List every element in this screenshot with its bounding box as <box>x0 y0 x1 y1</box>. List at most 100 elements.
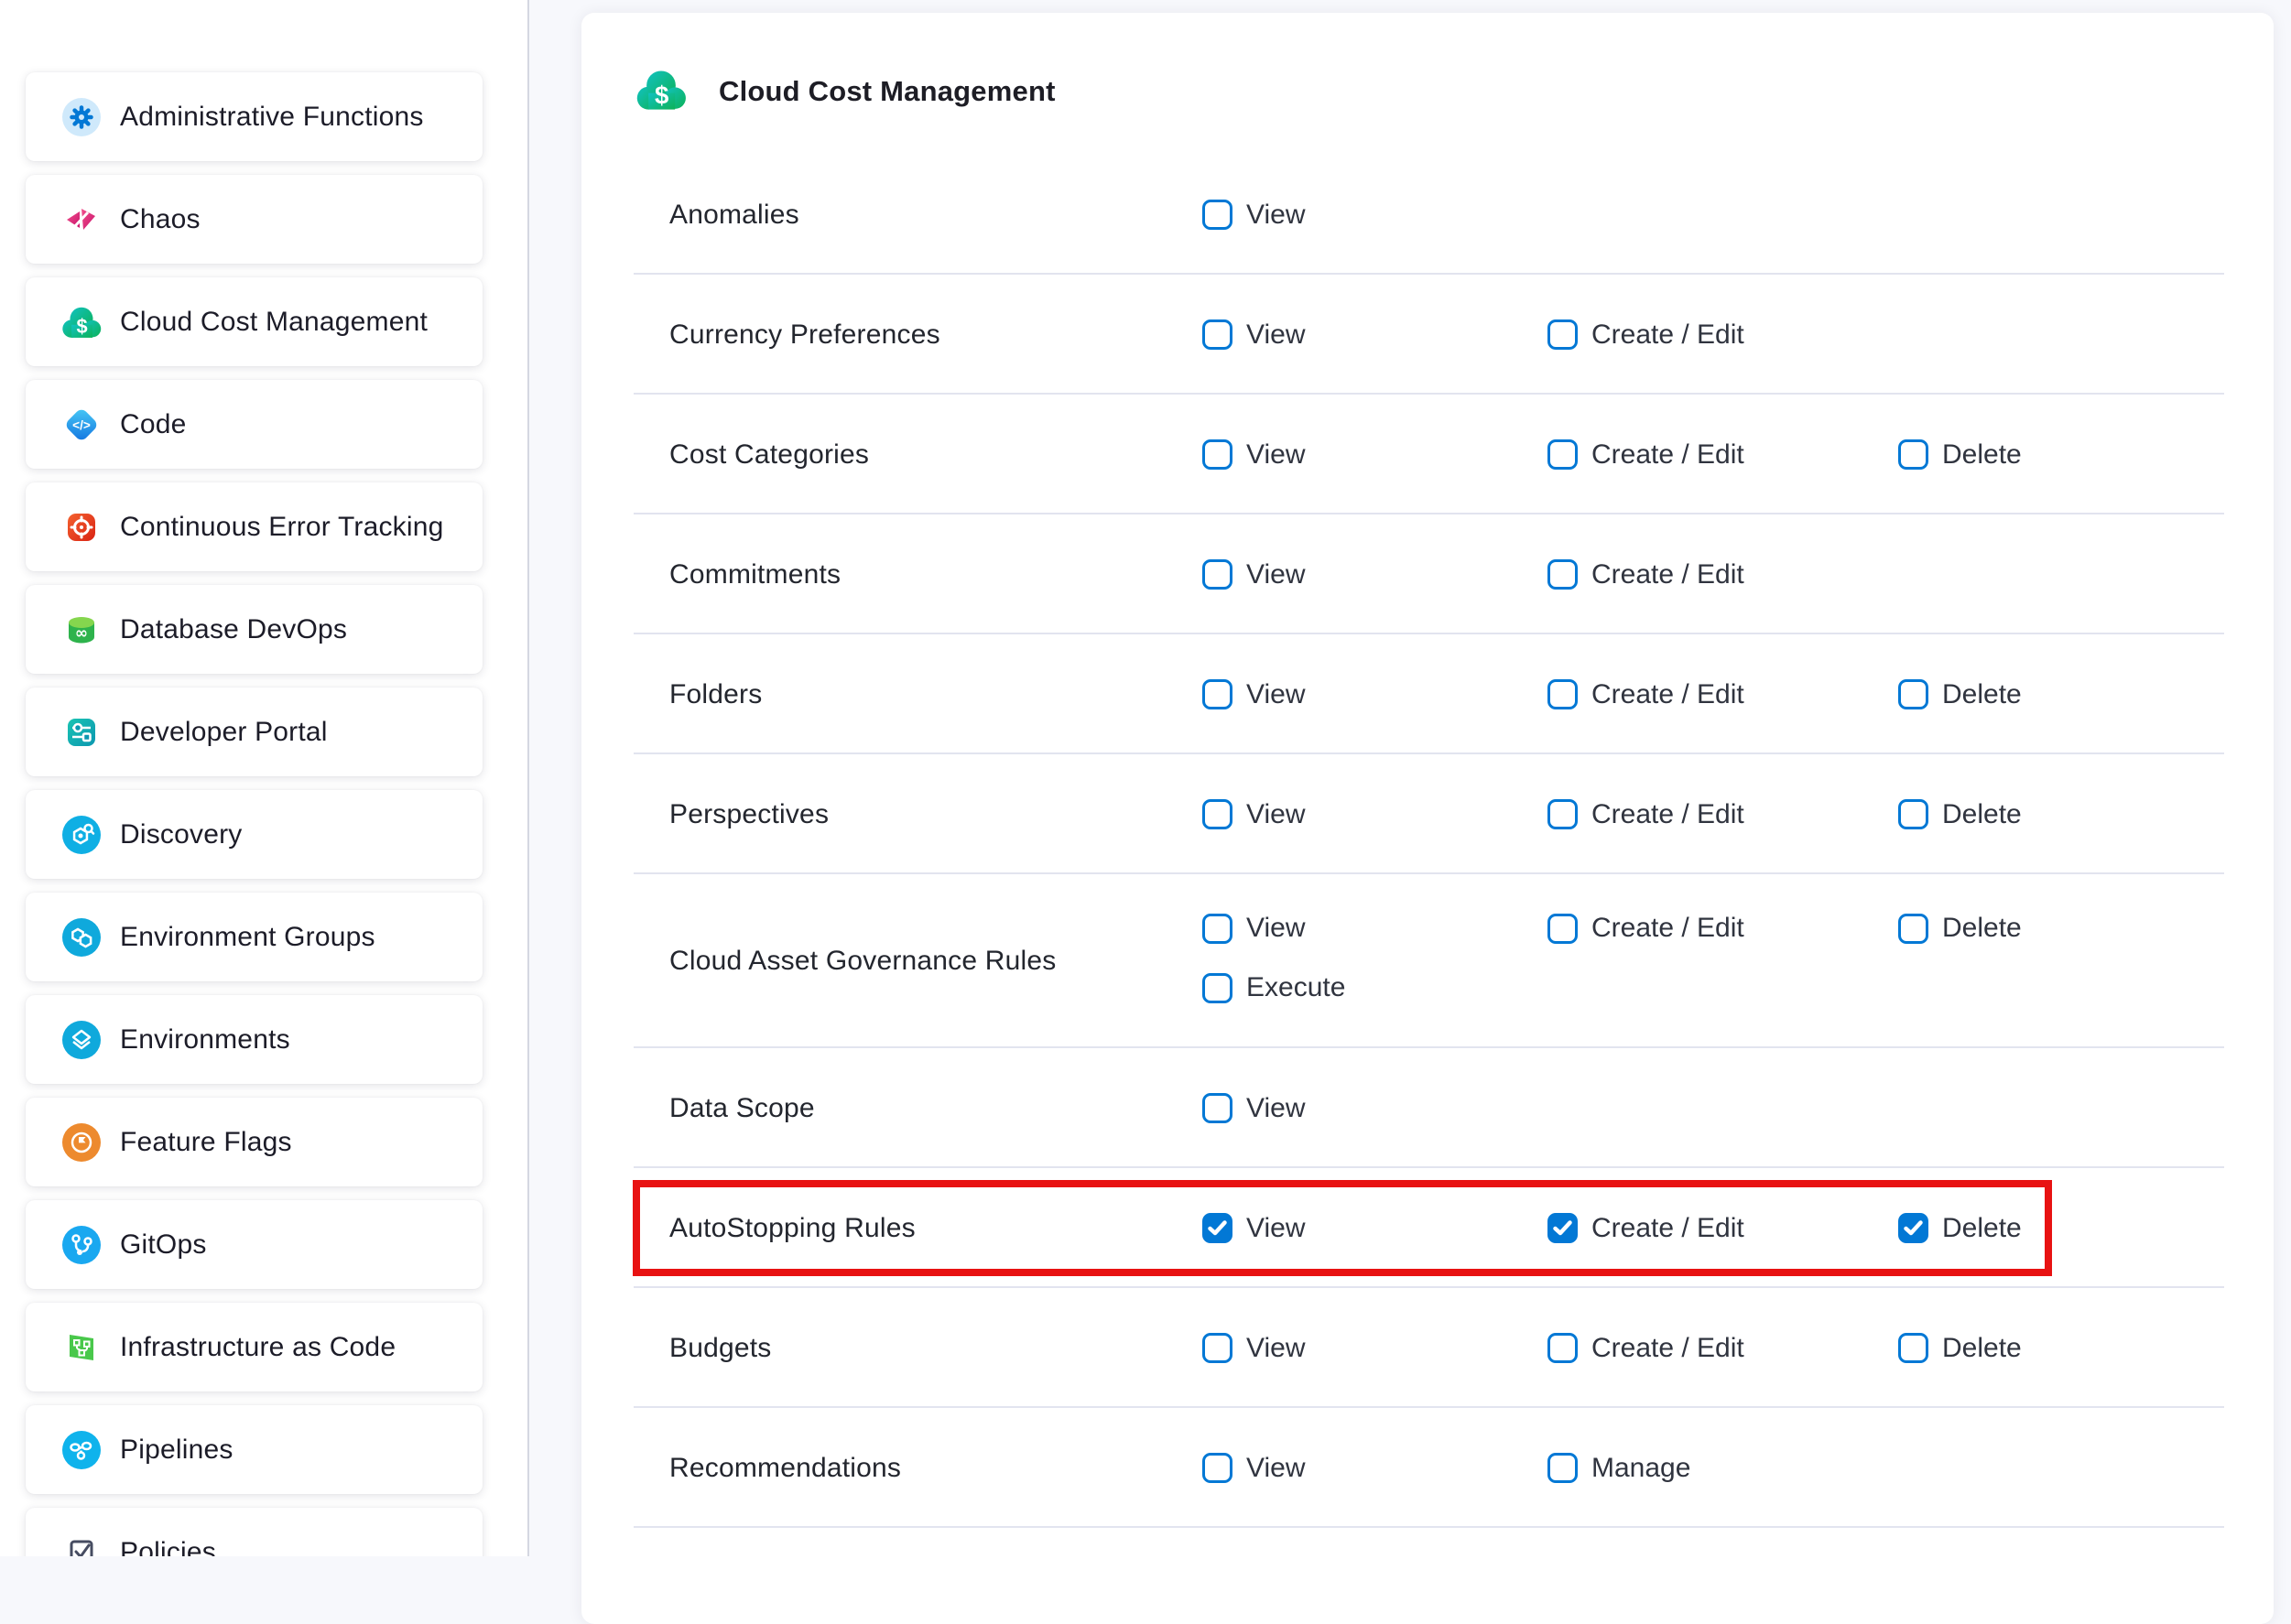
permission-create-edit[interactable]: Create / Edit <box>1547 559 1744 590</box>
checkbox-unchecked[interactable] <box>1547 1453 1578 1483</box>
checkbox-unchecked[interactable] <box>1547 1333 1578 1363</box>
permission-view[interactable]: View <box>1202 1213 1305 1244</box>
permission-view[interactable]: View <box>1202 1093 1305 1124</box>
sidebar-item-database-devops[interactable]: ∞Database DevOps <box>26 585 483 674</box>
permission-view[interactable]: View <box>1202 799 1305 830</box>
checkbox-unchecked[interactable] <box>1898 679 1928 709</box>
checkbox-unchecked[interactable] <box>1202 319 1232 350</box>
permission-row-budgets: Budgets View Create / Edit Delete <box>581 1288 2274 1408</box>
resource-label: Perspectives <box>669 799 829 830</box>
resource-label: Cost Categories <box>669 439 869 471</box>
checkbox-unchecked[interactable] <box>1202 200 1232 230</box>
permission-manage[interactable]: Manage <box>1547 1453 1690 1484</box>
permission-label: View <box>1246 913 1305 944</box>
resource-label: Anomalies <box>669 200 799 231</box>
permission-view[interactable]: View <box>1202 913 1305 944</box>
sidebar-item-feature-flags[interactable]: Feature Flags <box>26 1098 483 1186</box>
checkbox-unchecked[interactable] <box>1202 1453 1232 1483</box>
checkbox-unchecked[interactable] <box>1547 679 1578 709</box>
sidebar-item-developer-portal[interactable]: Developer Portal <box>26 687 483 776</box>
checkbox-checked[interactable] <box>1547 1213 1578 1243</box>
sidebar-list: Administrative Functions Chaos $Cloud Co… <box>0 0 527 1556</box>
permission-delete[interactable]: Delete <box>1898 799 2022 830</box>
checkbox-unchecked[interactable] <box>1202 1333 1232 1363</box>
permission-label: Delete <box>1942 913 2022 944</box>
sidebar-item-environments[interactable]: Environments <box>26 995 483 1084</box>
sidebar-item-cloud-cost-management[interactable]: $Cloud Cost Management <box>26 277 483 366</box>
permission-delete[interactable]: Delete <box>1898 1213 2022 1244</box>
permission-label: View <box>1246 319 1305 351</box>
sidebar-item-infrastructure-as-code[interactable]: Infrastructure as Code <box>26 1303 483 1391</box>
permission-delete[interactable]: Delete <box>1898 1333 2022 1364</box>
permission-label: Create / Edit <box>1591 559 1744 590</box>
sidebar-item-label: Continuous Error Tracking <box>120 512 444 543</box>
sidebar-item-discovery[interactable]: Discovery <box>26 790 483 879</box>
sidebar-item-administrative-functions[interactable]: Administrative Functions <box>26 72 483 161</box>
permission-create-edit[interactable]: Create / Edit <box>1547 439 1744 471</box>
permission-create-edit[interactable]: Create / Edit <box>1547 1333 1744 1364</box>
permission-label: Delete <box>1942 439 2022 471</box>
permission-label: View <box>1246 1213 1305 1244</box>
permission-create-edit[interactable]: Create / Edit <box>1547 1213 1744 1244</box>
checkbox-unchecked[interactable] <box>1547 559 1578 590</box>
resource-label: Currency Preferences <box>669 319 940 351</box>
module-sidebar: Administrative Functions Chaos $Cloud Co… <box>0 0 529 1556</box>
checkbox-checked[interactable] <box>1898 1213 1928 1243</box>
checkbox-unchecked[interactable] <box>1898 914 1928 944</box>
permission-view[interactable]: View <box>1202 439 1305 471</box>
checkbox-unchecked[interactable] <box>1547 439 1578 470</box>
permission-row-perspectives: Perspectives View Create / Edit Delete <box>581 754 2274 874</box>
permission-view[interactable]: View <box>1202 679 1305 710</box>
checkbox-unchecked[interactable] <box>1202 914 1232 944</box>
permission-label: View <box>1246 1093 1305 1124</box>
sidebar-item-gitops[interactable]: GitOps <box>26 1200 483 1289</box>
sidebar-item-chaos[interactable]: Chaos <box>26 175 483 264</box>
checkbox-unchecked[interactable] <box>1898 799 1928 829</box>
permission-view[interactable]: View <box>1202 559 1305 590</box>
sidebar-item-environment-groups[interactable]: Environment Groups <box>26 893 483 981</box>
discovery-icon <box>60 814 103 856</box>
permission-view[interactable]: View <box>1202 319 1305 351</box>
checkbox-unchecked[interactable] <box>1547 914 1578 944</box>
permission-delete[interactable]: Delete <box>1898 679 2022 710</box>
permission-view[interactable]: View <box>1202 200 1305 231</box>
card-header: $ Cloud Cost Management <box>635 68 1056 115</box>
resource-label: Budgets <box>669 1333 771 1364</box>
sidebar-item-label: Feature Flags <box>120 1127 292 1158</box>
checkbox-unchecked[interactable] <box>1202 1093 1232 1123</box>
svg-text:</>: </> <box>72 418 91 432</box>
checkbox-unchecked[interactable] <box>1547 799 1578 829</box>
sidebar-item-code[interactable]: </>Code <box>26 380 483 469</box>
permission-delete[interactable]: Delete <box>1898 439 2022 471</box>
permission-create-edit[interactable]: Create / Edit <box>1547 679 1744 710</box>
permission-row-cloud-asset-governance-rules: Cloud Asset Governance RulesViewCreate /… <box>581 874 2274 1048</box>
permission-label: Create / Edit <box>1591 799 1744 830</box>
permission-label: View <box>1246 439 1305 471</box>
checkbox-unchecked[interactable] <box>1202 973 1232 1003</box>
permission-label: Create / Edit <box>1591 679 1744 710</box>
permission-create-edit[interactable]: Create / Edit <box>1547 319 1744 351</box>
permission-label: Create / Edit <box>1591 913 1744 944</box>
checkbox-checked[interactable] <box>1202 1213 1232 1243</box>
sidebar-item-label: Cloud Cost Management <box>120 307 428 338</box>
checkbox-unchecked[interactable] <box>1202 559 1232 590</box>
permission-create-edit[interactable]: Create / Edit <box>1547 913 1744 944</box>
checkbox-unchecked[interactable] <box>1202 799 1232 829</box>
permission-view[interactable]: View <box>1202 1333 1305 1364</box>
checkbox-unchecked[interactable] <box>1547 319 1578 350</box>
permission-create-edit[interactable]: Create / Edit <box>1547 799 1744 830</box>
permission-execute[interactable]: Execute <box>1202 972 1345 1003</box>
permission-row-commitments: CommitmentsViewCreate / Edit <box>581 514 2274 634</box>
checkbox-unchecked[interactable] <box>1202 679 1232 709</box>
sidebar-item-continuous-error-tracking[interactable]: Continuous Error Tracking <box>26 482 483 571</box>
sidebar-item-pipelines[interactable]: Pipelines <box>26 1405 483 1494</box>
permission-delete[interactable]: Delete <box>1898 913 2022 944</box>
sidebar-item-label: Developer Portal <box>120 717 328 748</box>
sidebar-item-label: Administrative Functions <box>120 102 424 133</box>
checkbox-unchecked[interactable] <box>1898 1333 1928 1363</box>
checkbox-unchecked[interactable] <box>1202 439 1232 470</box>
sidebar-item-policies[interactable]: Policies <box>26 1508 483 1556</box>
permission-label: Manage <box>1591 1453 1690 1484</box>
checkbox-unchecked[interactable] <box>1898 439 1928 470</box>
permission-view[interactable]: View <box>1202 1453 1305 1484</box>
